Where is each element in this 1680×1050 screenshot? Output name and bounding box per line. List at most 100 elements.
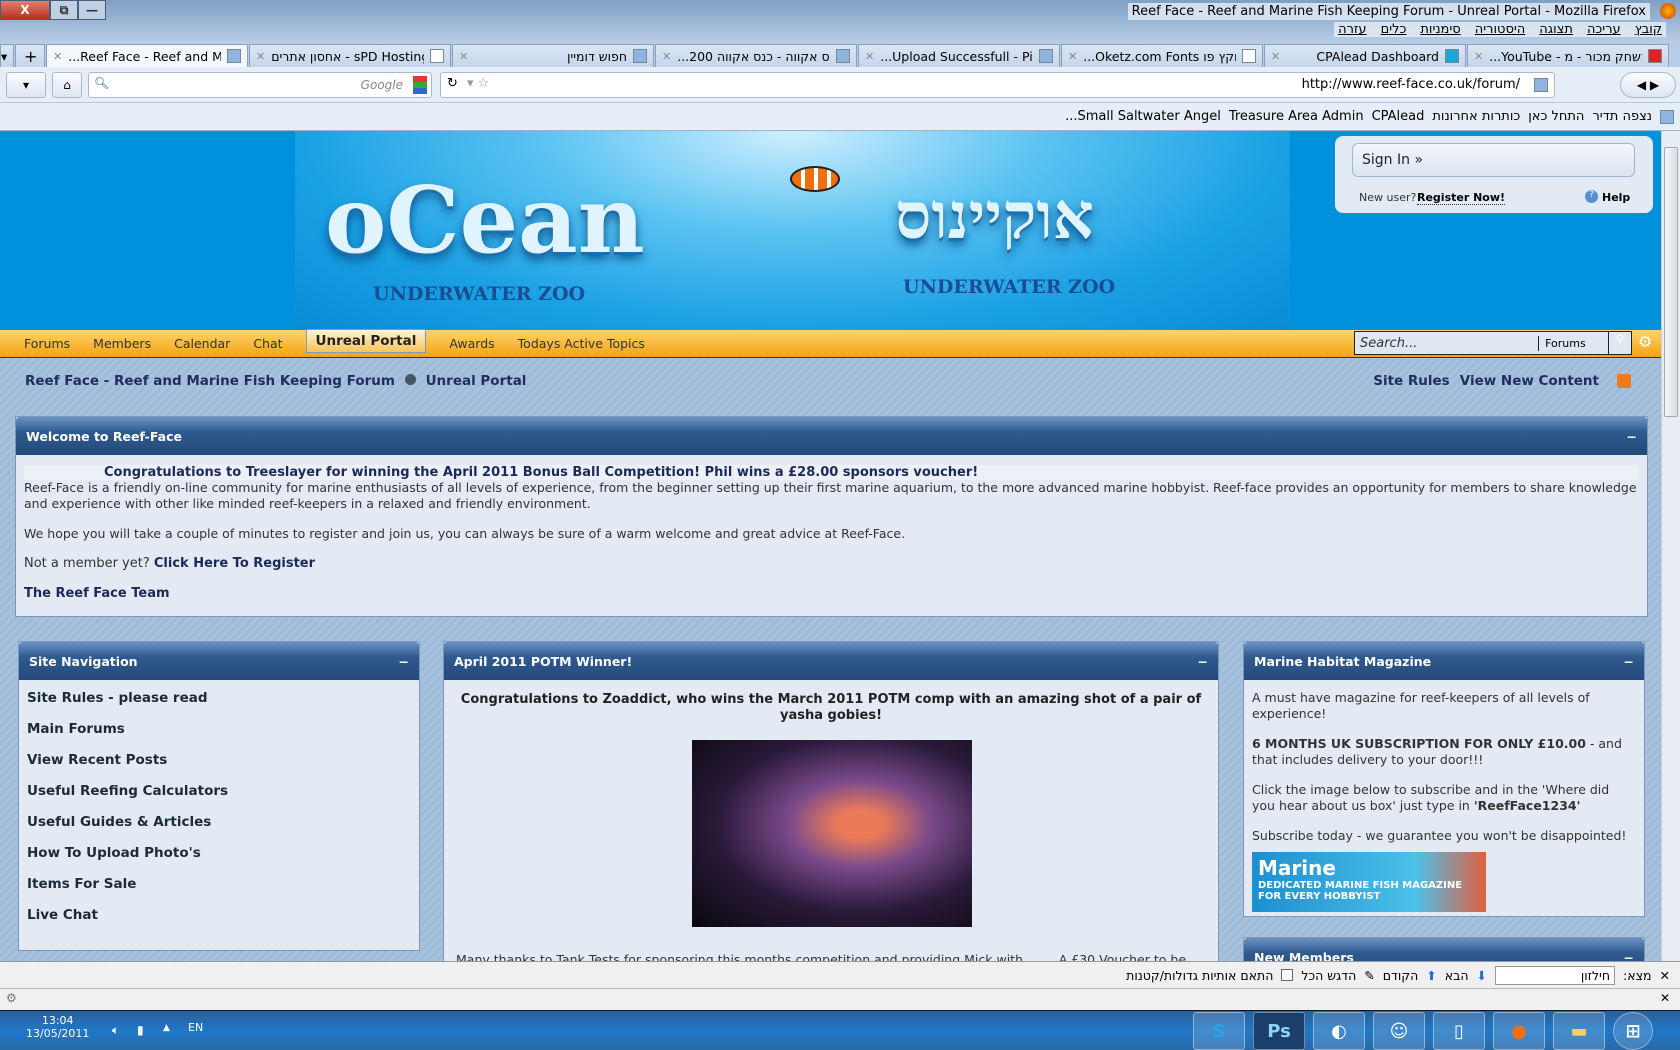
menu-tools[interactable]: כלים xyxy=(1381,22,1407,37)
media-player-icon[interactable]: ◐ xyxy=(1313,1012,1365,1050)
close-addon-bar-icon[interactable]: ✕ xyxy=(1660,991,1670,1005)
rss-icon[interactable] xyxy=(1617,374,1631,388)
tab[interactable]: ✕ אחסון אתרים - sPD Hosting xyxy=(249,44,451,67)
close-find-icon[interactable]: ✕ xyxy=(1660,968,1670,983)
close-tab-icon[interactable]: ✕ xyxy=(256,50,265,63)
tab[interactable]: ✕...Upload Successfull - Picture xyxy=(858,44,1060,67)
menu-bookmarks[interactable]: סימניות xyxy=(1420,22,1460,37)
explorer-folder-icon[interactable]: ▬ xyxy=(1553,1012,1605,1050)
reload-icon[interactable]: ↻ xyxy=(447,76,458,91)
restore-button[interactable]: ⧉ xyxy=(50,0,78,20)
find-previous-button[interactable]: הקודם xyxy=(1383,968,1419,983)
minimize-button[interactable]: — xyxy=(78,0,106,20)
tab[interactable]: ✕ ...כנס אקווה - כנס אקווה 200 xyxy=(655,44,857,67)
bookmark[interactable]: נצפה תדיר xyxy=(1592,109,1652,124)
home-button[interactable]: ⌂ xyxy=(52,72,82,98)
find-input[interactable]: חילזון xyxy=(1495,965,1616,985)
breadcrumb-current[interactable]: Unreal Portal xyxy=(426,373,527,389)
volume-icon[interactable]: 🔈︎ xyxy=(112,1023,119,1038)
close-tab-icon[interactable]: ✕ xyxy=(1271,50,1280,63)
tab-list-button[interactable]: ▾ xyxy=(0,44,14,67)
language-indicator[interactable]: EN xyxy=(188,1021,203,1034)
search-bar[interactable]: 🔍︎ Google xyxy=(88,72,432,98)
scrollbar-thumb[interactable] xyxy=(1664,147,1678,417)
tab[interactable]: ✕ חפוש דומיין xyxy=(452,44,654,67)
close-tab-icon[interactable]: ✕ xyxy=(1068,50,1077,63)
tab[interactable]: ✕...Oketz.com Fonts העוקץ פו xyxy=(1061,44,1263,67)
vertical-scrollbar[interactable] xyxy=(1661,131,1680,961)
match-case-checkbox[interactable] xyxy=(1281,969,1294,981)
site-rules-link[interactable]: Site Rules xyxy=(1373,373,1450,389)
view-new-content-link[interactable]: View New Content xyxy=(1460,373,1599,389)
magazine-ad[interactable]: Marine DEDICATED MARINE FISH MAGAZINE FO… xyxy=(1252,852,1486,912)
close-tab-icon[interactable]: ✕ xyxy=(662,50,671,63)
minimize-icon[interactable]: − xyxy=(1624,950,1634,962)
nav-members[interactable]: Members xyxy=(93,336,151,351)
nav-unreal-portal[interactable]: Unreal Portal xyxy=(305,328,427,353)
firefox-icon[interactable]: ● xyxy=(1493,1012,1545,1050)
bookmark[interactable]: CPAlead xyxy=(1372,109,1425,124)
banner-image[interactable]: oCean UNDERWATER ZOO אוקיינוס UNDERWATER… xyxy=(295,131,1290,330)
bookmark[interactable]: Treasure Area Admin xyxy=(1229,109,1364,124)
menu-file[interactable]: קובץ xyxy=(1635,22,1662,37)
notepad-icon[interactable]: ▯ xyxy=(1433,1012,1485,1050)
magazine-text: A must have magazine for reef-keepers of… xyxy=(1252,690,1590,721)
url-bar[interactable]: ↻ ▾ ☆ http://www.reef-face.co.uk/forum/ xyxy=(440,72,1555,98)
nav-chat[interactable]: Chat xyxy=(253,336,282,351)
close-tab-icon[interactable]: ✕ xyxy=(1474,50,1483,63)
help-link[interactable]: Help xyxy=(1602,191,1630,204)
messenger-icon[interactable]: ☺ xyxy=(1373,1012,1425,1050)
minimize-icon[interactable]: − xyxy=(1198,654,1208,669)
minimize-icon[interactable]: − xyxy=(1624,654,1634,669)
register-link[interactable]: Click Here To Register xyxy=(154,556,315,571)
nav-todays-active-topics[interactable]: Todays Active Topics xyxy=(518,336,645,351)
sitenav-link[interactable]: Useful Guides & Articles xyxy=(27,814,411,845)
register-link[interactable]: Register Now! xyxy=(1417,191,1506,205)
tab[interactable]: ✕ ...YouTube - משחק מכור - מ xyxy=(1467,44,1669,67)
menu-history[interactable]: היסטוריה xyxy=(1475,22,1526,37)
sign-in-button[interactable]: Sign In » xyxy=(1352,143,1635,177)
bookmark[interactable]: התחל כאן xyxy=(1528,109,1584,124)
network-icon[interactable]: ▮ xyxy=(137,1023,144,1037)
close-tab-icon[interactable]: ✕ xyxy=(865,50,874,63)
addon-button[interactable]: ▾ xyxy=(6,72,46,98)
menu-help[interactable]: עזרה xyxy=(1338,22,1366,37)
gear-icon[interactable]: ⚙ xyxy=(1638,332,1652,351)
close-button[interactable]: X xyxy=(0,0,50,20)
sitenav-link[interactable]: Live Chat xyxy=(27,907,411,938)
breadcrumb-root[interactable]: Reef Face - Reef and Marine Fish Keeping… xyxy=(25,373,395,389)
sitenav-link[interactable]: How To Upload Photo's xyxy=(27,845,411,876)
sitenav-link[interactable]: View Recent Posts xyxy=(27,752,411,783)
menu-edit[interactable]: עריכה xyxy=(1587,22,1621,37)
sitenav-link[interactable]: Site Rules - please read xyxy=(27,690,411,721)
sitenav-link[interactable]: Items For Sale xyxy=(27,876,411,907)
start-button[interactable]: ⊞ xyxy=(1613,1012,1653,1050)
close-tab-icon[interactable]: ✕ xyxy=(53,50,62,63)
nav-calendar[interactable]: Calendar xyxy=(174,336,230,351)
skype-icon[interactable]: S xyxy=(1193,1012,1245,1050)
minimize-icon[interactable]: − xyxy=(1627,429,1637,444)
back-forward-buttons[interactable]: ◀ ▶ xyxy=(1620,72,1676,98)
tab[interactable]: ✕...Reef Face - Reef and Marin xyxy=(46,44,248,67)
nav-awards[interactable]: Awards xyxy=(449,336,494,351)
photoshop-icon[interactable]: Ps xyxy=(1253,1012,1305,1050)
menu-view[interactable]: תצוגה xyxy=(1539,22,1573,37)
potm-photo[interactable] xyxy=(692,740,972,927)
new-tab-button[interactable]: + xyxy=(15,44,45,67)
highlight-all-button[interactable]: הדגש הכל xyxy=(1301,968,1356,983)
tab[interactable]: ✕ CPAlead Dashboard xyxy=(1264,44,1466,67)
bookmark-star-icon[interactable]: ▾ ☆ xyxy=(467,76,489,91)
bookmark[interactable]: Small Saltwater Angel... xyxy=(1065,109,1221,124)
sitenav-link[interactable]: Main Forums xyxy=(27,721,411,752)
search-button[interactable]: ⚲ xyxy=(1608,331,1632,355)
clock[interactable]: 13:04 13/05/2011 xyxy=(26,1014,89,1040)
nav-forums[interactable]: Forums xyxy=(24,336,70,351)
sitenav-link[interactable]: Useful Reefing Calculators xyxy=(27,783,411,814)
show-hidden-icons[interactable]: ▲ xyxy=(163,1023,170,1033)
bookmark[interactable]: כותרות אחרונות xyxy=(1432,109,1520,124)
minimize-icon[interactable]: − xyxy=(399,654,409,669)
search-input[interactable]: Search... xyxy=(1355,335,1540,351)
box-title: Marine Habitat Magazine xyxy=(1254,653,1432,669)
close-tab-icon[interactable]: ✕ xyxy=(459,50,468,63)
find-next-button[interactable]: הבא xyxy=(1445,968,1469,983)
